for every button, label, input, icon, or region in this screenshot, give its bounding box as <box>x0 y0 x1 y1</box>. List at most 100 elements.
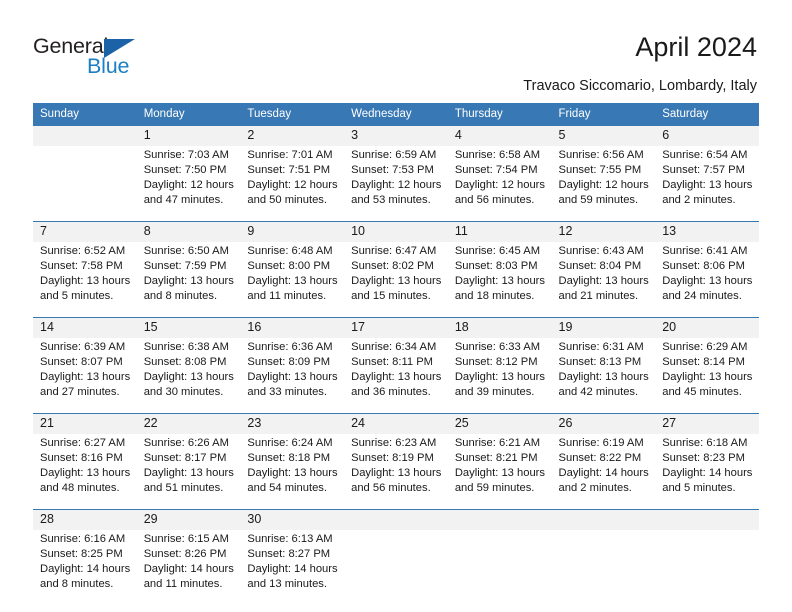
day-cell[interactable]: Sunrise: 7:03 AM Sunset: 7:50 PM Dayligh… <box>136 145 241 222</box>
day-number[interactable]: 2 <box>240 124 345 146</box>
day-number[interactable] <box>655 508 759 530</box>
day-number[interactable]: 1 <box>136 124 241 146</box>
day-cell[interactable]: Sunrise: 6:23 AM Sunset: 8:19 PM Dayligh… <box>344 433 448 510</box>
daylight-text-line2: and 53 minutes. <box>351 193 431 206</box>
day-number[interactable]: 25 <box>447 412 552 434</box>
day-cell[interactable]: Sunrise: 6:59 AM Sunset: 7:53 PM Dayligh… <box>344 145 448 222</box>
day-number[interactable]: 9 <box>240 220 345 242</box>
day-cell[interactable]: Sunrise: 6:36 AM Sunset: 8:09 PM Dayligh… <box>240 337 345 414</box>
sunset-text: Sunset: 7:51 PM <box>247 163 331 176</box>
sunrise-text: Sunrise: 6:59 AM <box>351 148 437 161</box>
page-title: April 2024 <box>635 32 757 62</box>
day-cell[interactable]: Sunrise: 6:26 AM Sunset: 8:17 PM Dayligh… <box>136 433 241 510</box>
day-cell[interactable]: Sunrise: 6:16 AM Sunset: 8:25 PM Dayligh… <box>33 529 137 605</box>
day-cell[interactable]: Sunrise: 7:01 AM Sunset: 7:51 PM Dayligh… <box>240 145 345 222</box>
day-number[interactable]: 6 <box>655 124 759 146</box>
day-number[interactable]: 18 <box>447 316 552 338</box>
day-cell[interactable]: Sunrise: 6:41 AM Sunset: 8:06 PM Dayligh… <box>655 241 759 318</box>
week-row-daynumbers: 28 29 30 <box>33 508 759 530</box>
day-number[interactable]: 14 <box>33 316 137 338</box>
day-number[interactable]: 21 <box>33 412 137 434</box>
day-number[interactable]: 24 <box>344 412 448 434</box>
day-number[interactable]: 4 <box>447 124 552 146</box>
day-cell[interactable]: Sunrise: 6:48 AM Sunset: 8:00 PM Dayligh… <box>240 241 345 318</box>
day-number[interactable]: 12 <box>551 220 656 242</box>
day-number[interactable]: 15 <box>136 316 241 338</box>
daylight-text-line2: and 11 minutes. <box>247 289 327 302</box>
day-number[interactable]: 3 <box>344 124 448 146</box>
day-number[interactable]: 16 <box>240 316 345 338</box>
day-number[interactable]: 19 <box>551 316 656 338</box>
day-cell[interactable]: Sunrise: 6:13 AM Sunset: 8:27 PM Dayligh… <box>240 529 345 605</box>
day-number[interactable]: 23 <box>240 412 345 434</box>
day-cell[interactable] <box>551 529 656 605</box>
day-cell[interactable]: Sunrise: 6:29 AM Sunset: 8:14 PM Dayligh… <box>655 337 759 414</box>
sunrise-text: Sunrise: 6:54 AM <box>662 148 748 161</box>
calendar-page: General Blue April 2024 Travaco Siccomar… <box>0 0 792 612</box>
day-cell[interactable]: Sunrise: 6:24 AM Sunset: 8:18 PM Dayligh… <box>240 433 345 510</box>
day-cell[interactable]: Sunrise: 6:21 AM Sunset: 8:21 PM Dayligh… <box>447 433 552 510</box>
sunrise-text: Sunrise: 6:38 AM <box>143 340 229 353</box>
day-cell[interactable]: Sunrise: 6:18 AM Sunset: 8:23 PM Dayligh… <box>655 433 759 510</box>
day-cell[interactable]: Sunrise: 6:31 AM Sunset: 8:13 PM Dayligh… <box>551 337 656 414</box>
sunset-text: Sunset: 8:07 PM <box>40 355 123 368</box>
day-cell[interactable]: Sunrise: 6:43 AM Sunset: 8:04 PM Dayligh… <box>551 241 656 318</box>
sunrise-text: Sunrise: 6:23 AM <box>351 436 437 449</box>
day-cell[interactable]: Sunrise: 6:52 AM Sunset: 7:58 PM Dayligh… <box>33 241 137 318</box>
day-number[interactable] <box>447 508 552 530</box>
day-number[interactable] <box>551 508 656 530</box>
day-number[interactable]: 10 <box>344 220 448 242</box>
day-cell[interactable]: Sunrise: 6:58 AM Sunset: 7:54 PM Dayligh… <box>447 145 552 222</box>
day-number[interactable]: 28 <box>33 508 137 530</box>
day-number[interactable]: 11 <box>447 220 552 242</box>
day-cell[interactable] <box>655 529 759 605</box>
brand-logo: General Blue <box>33 35 163 86</box>
daylight-text-line1: Daylight: 14 hours <box>40 562 131 575</box>
day-cell[interactable]: Sunrise: 6:27 AM Sunset: 8:16 PM Dayligh… <box>33 433 137 510</box>
day-cell[interactable]: Sunrise: 6:50 AM Sunset: 7:59 PM Dayligh… <box>136 241 241 318</box>
day-number[interactable] <box>344 508 448 530</box>
day-cell[interactable]: Sunrise: 6:39 AM Sunset: 8:07 PM Dayligh… <box>33 337 137 414</box>
sunrise-text: Sunrise: 6:36 AM <box>247 340 333 353</box>
day-number[interactable]: 17 <box>344 316 448 338</box>
day-cell[interactable]: Sunrise: 6:38 AM Sunset: 8:08 PM Dayligh… <box>136 337 241 414</box>
week-row-details: Sunrise: 6:52 AM Sunset: 7:58 PM Dayligh… <box>33 241 759 318</box>
day-number[interactable]: 22 <box>136 412 241 434</box>
daylight-text-line2: and 47 minutes. <box>143 193 224 206</box>
day-number[interactable]: 29 <box>136 508 241 530</box>
daylight-text-line1: Daylight: 12 hours <box>143 178 234 191</box>
daylight-text-line2: and 15 minutes. <box>351 289 431 302</box>
day-cell[interactable]: Sunrise: 6:45 AM Sunset: 8:03 PM Dayligh… <box>447 241 552 318</box>
day-number[interactable]: 8 <box>136 220 241 242</box>
day-number[interactable]: 13 <box>655 220 759 242</box>
day-cell[interactable]: Sunrise: 6:47 AM Sunset: 8:02 PM Dayligh… <box>344 241 448 318</box>
calendar-body: 1 2 3 4 5 6 Sunrise: 7:03 AM Sunset: 7:5… <box>33 124 759 605</box>
day-number[interactable]: 7 <box>33 220 137 242</box>
day-cell[interactable]: Sunrise: 6:34 AM Sunset: 8:11 PM Dayligh… <box>344 337 448 414</box>
day-cell[interactable] <box>33 145 137 222</box>
day-number[interactable]: 26 <box>551 412 656 434</box>
calendar-grid: Sunday Monday Tuesday Wednesday Thursday… <box>33 103 759 605</box>
day-cell[interactable]: Sunrise: 6:56 AM Sunset: 7:55 PM Dayligh… <box>551 145 656 222</box>
daylight-text-line2: and 21 minutes. <box>558 289 639 302</box>
day-number[interactable]: 5 <box>551 124 656 146</box>
page-subtitle: Travaco Siccomario, Lombardy, Italy <box>523 78 757 94</box>
day-cell[interactable] <box>344 529 448 605</box>
day-number[interactable] <box>33 124 137 146</box>
daylight-text-line1: Daylight: 13 hours <box>558 370 649 383</box>
weekday-header-saturday: Saturday <box>655 103 759 126</box>
daylight-text-line1: Daylight: 13 hours <box>662 370 753 383</box>
day-cell[interactable]: Sunrise: 6:15 AM Sunset: 8:26 PM Dayligh… <box>136 529 241 605</box>
day-cell[interactable]: Sunrise: 6:54 AM Sunset: 7:57 PM Dayligh… <box>655 145 759 222</box>
sunset-text: Sunset: 8:25 PM <box>40 547 123 560</box>
day-cell[interactable] <box>447 529 552 605</box>
day-number[interactable]: 27 <box>655 412 759 434</box>
sunset-text: Sunset: 7:50 PM <box>143 163 227 176</box>
day-cell[interactable]: Sunrise: 6:33 AM Sunset: 8:12 PM Dayligh… <box>447 337 552 414</box>
day-number[interactable]: 30 <box>240 508 345 530</box>
day-number[interactable]: 20 <box>655 316 759 338</box>
daylight-text-line2: and 56 minutes. <box>454 193 535 206</box>
week-row-details: Sunrise: 6:39 AM Sunset: 8:07 PM Dayligh… <box>33 337 759 414</box>
sunrise-text: Sunrise: 6:26 AM <box>143 436 229 449</box>
day-cell[interactable]: Sunrise: 6:19 AM Sunset: 8:22 PM Dayligh… <box>551 433 656 510</box>
